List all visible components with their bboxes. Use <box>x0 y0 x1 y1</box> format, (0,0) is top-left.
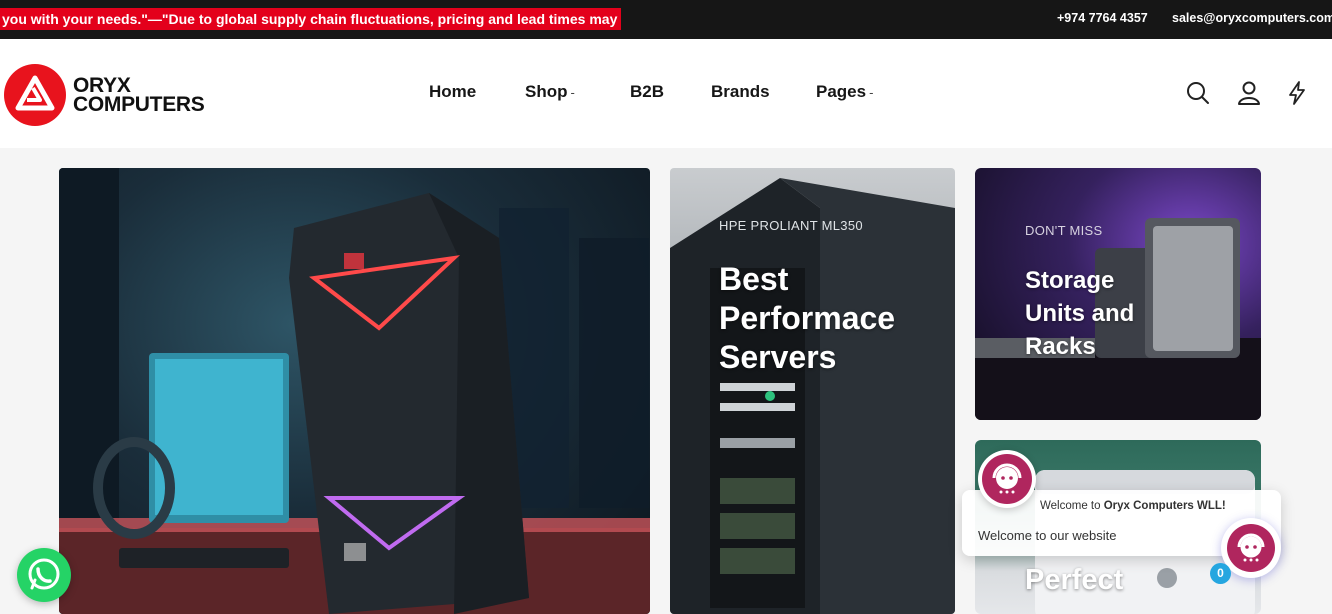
dropdown-dash-icon: - <box>570 85 575 100</box>
phone-link[interactable]: +974 7764 4357 <box>1057 11 1148 25</box>
nav-brands[interactable]: Brands <box>711 82 770 102</box>
nav-pages[interactable]: Pages - <box>816 82 873 102</box>
support-agent-icon <box>1237 533 1265 562</box>
storage-title-line: Storage <box>1025 267 1115 294</box>
whatsapp-icon <box>28 558 60 590</box>
printers-title: Perfect <box>1025 564 1123 596</box>
user-icon[interactable] <box>1236 80 1262 106</box>
chat-company-name: Oryx Computers WLL! <box>1103 500 1226 512</box>
server-rack-illustration <box>670 178 955 614</box>
chat-unread-badge: 0 <box>1210 563 1231 584</box>
chat-message: Welcome to our website <box>978 528 1117 543</box>
lightning-icon[interactable] <box>1284 80 1310 106</box>
top-bar: you with your needs."—"Due to global sup… <box>0 0 1332 39</box>
logo-icon[interactable] <box>4 64 66 126</box>
email-link[interactable]: sales@oryxcomputers.com <box>1172 11 1332 25</box>
storage-subtitle: DON'T MISS <box>1025 223 1103 238</box>
logo-line-2: COMPUTERS <box>73 93 205 116</box>
support-agent-icon <box>992 463 1022 494</box>
logo-wordmark[interactable]: ORYX COMPUTERS <box>73 75 205 116</box>
nav-brands-label: Brands <box>711 82 770 101</box>
storage-title: Storage Units and Racks <box>1025 264 1134 363</box>
chat-greeting-prefix: Welcome to <box>1040 500 1104 512</box>
search-icon[interactable] <box>1185 80 1211 106</box>
printers-title-line: Perfect <box>1025 564 1124 596</box>
servers-title: Best Performace Servers <box>719 260 895 377</box>
nav-shop-label: Shop <box>525 82 568 101</box>
nav-pages-label: Pages <box>816 82 867 101</box>
servers-title-line: Best <box>719 261 789 297</box>
gaming-pc-banner[interactable] <box>59 168 650 614</box>
servers-title-line: Servers <box>719 339 837 375</box>
nav-home[interactable]: Home <box>429 82 476 102</box>
gaming-pc-illustration <box>59 168 650 614</box>
nav-b2b-label: B2B <box>630 82 665 101</box>
whatsapp-button[interactable] <box>17 548 71 602</box>
servers-subtitle: HPE PROLIANT ML350 <box>719 218 863 233</box>
nav-b2b[interactable]: B2B <box>630 82 664 102</box>
storage-title-line: Units and <box>1025 300 1135 327</box>
nav-shop[interactable]: Shop - <box>525 82 575 102</box>
nav-home-label: Home <box>429 82 477 101</box>
chat-agent-avatar <box>978 450 1036 508</box>
chat-greeting: Welcome to Oryx Computers WLL! <box>1040 500 1226 512</box>
site-header: ORYX COMPUTERS Home Shop - B2B Brands Pag… <box>0 39 1332 148</box>
storage-banner[interactable]: DON'T MISS Storage Units and Racks <box>975 168 1261 420</box>
announcement-ticker: you with your needs."—"Due to global sup… <box>0 8 622 30</box>
servers-title-line: Performace <box>719 300 896 336</box>
storage-title-line: Racks <box>1025 333 1096 360</box>
servers-banner[interactable]: HPE PROLIANT ML350 Best Performace Serve… <box>670 168 955 614</box>
dropdown-dash-icon: - <box>869 85 874 100</box>
